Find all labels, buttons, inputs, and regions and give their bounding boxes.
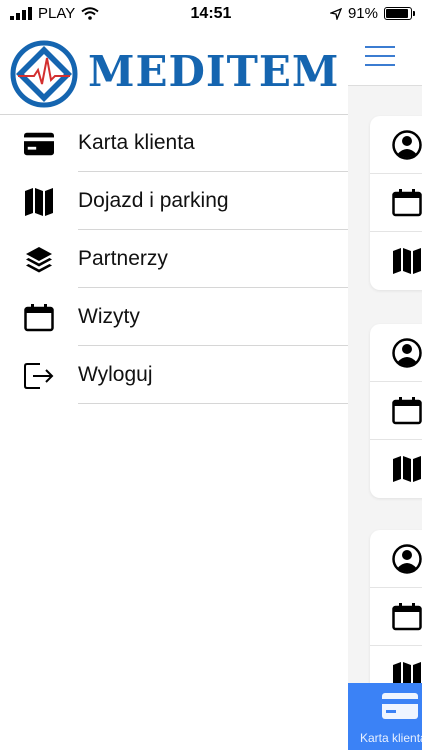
card-row-calendar xyxy=(370,382,422,440)
logo-text: MEDITEM xyxy=(88,47,340,96)
card-row-calendar xyxy=(370,588,422,646)
visit-card[interactable] xyxy=(370,116,422,290)
menu-item-label: Wizyty xyxy=(78,305,140,328)
calendar-icon xyxy=(24,304,54,332)
meditem-logo: MEDITEM xyxy=(10,36,340,108)
calendar-icon xyxy=(392,188,422,216)
main-content: Karta klienta xyxy=(348,28,422,750)
calendar-icon xyxy=(392,396,422,424)
menu-item-karta-klienta[interactable]: Karta klienta xyxy=(0,114,348,172)
location-arrow-icon xyxy=(329,7,342,20)
side-drawer: MEDITEM Karta klienta Dojazd i parking P… xyxy=(0,28,348,750)
card-row-person xyxy=(370,324,422,382)
visit-card[interactable] xyxy=(370,324,422,498)
credit-card-icon xyxy=(382,693,418,719)
tab-karta-klienta[interactable]: Karta klienta xyxy=(348,683,422,750)
hamburger-menu-icon[interactable] xyxy=(365,46,395,73)
calendar-icon xyxy=(392,602,422,630)
card-row-map xyxy=(370,232,422,290)
card-row-calendar xyxy=(370,174,422,232)
logout-icon xyxy=(24,362,54,390)
battery-percent: 91% xyxy=(347,5,378,22)
menu-item-label: Partnerzy xyxy=(78,247,168,270)
card-row-map xyxy=(370,440,422,498)
credit-card-icon xyxy=(24,130,54,158)
menu-item-partnerzy[interactable]: Partnerzy xyxy=(0,230,348,288)
status-right: 91% xyxy=(329,5,415,22)
map-icon xyxy=(393,248,421,274)
battery-icon xyxy=(384,7,415,20)
tab-label: Karta klienta xyxy=(360,731,422,745)
card-row-person xyxy=(370,530,422,588)
map-icon xyxy=(24,188,54,216)
layers-icon xyxy=(24,246,54,274)
drawer-menu: Karta klienta Dojazd i parking Partnerzy xyxy=(0,114,348,404)
card-row-person xyxy=(370,116,422,174)
person-icon xyxy=(392,543,422,574)
menu-item-wizyty[interactable]: Wizyty xyxy=(0,288,348,346)
status-bar: PLAY 14:51 91% xyxy=(0,0,422,28)
main-header xyxy=(348,28,422,86)
menu-item-label: Karta klienta xyxy=(78,131,195,154)
menu-item-label: Dojazd i parking xyxy=(78,189,229,212)
menu-item-label: Wyloguj xyxy=(78,363,153,386)
person-icon xyxy=(392,129,422,160)
person-icon xyxy=(392,337,422,368)
battery-level xyxy=(386,9,408,18)
map-icon xyxy=(393,456,421,482)
menu-item-dojazd-i-parking[interactable]: Dojazd i parking xyxy=(0,172,348,230)
menu-item-wyloguj[interactable]: Wyloguj xyxy=(0,346,348,404)
logo-emblem-icon xyxy=(10,40,78,108)
visit-card[interactable] xyxy=(370,530,422,704)
